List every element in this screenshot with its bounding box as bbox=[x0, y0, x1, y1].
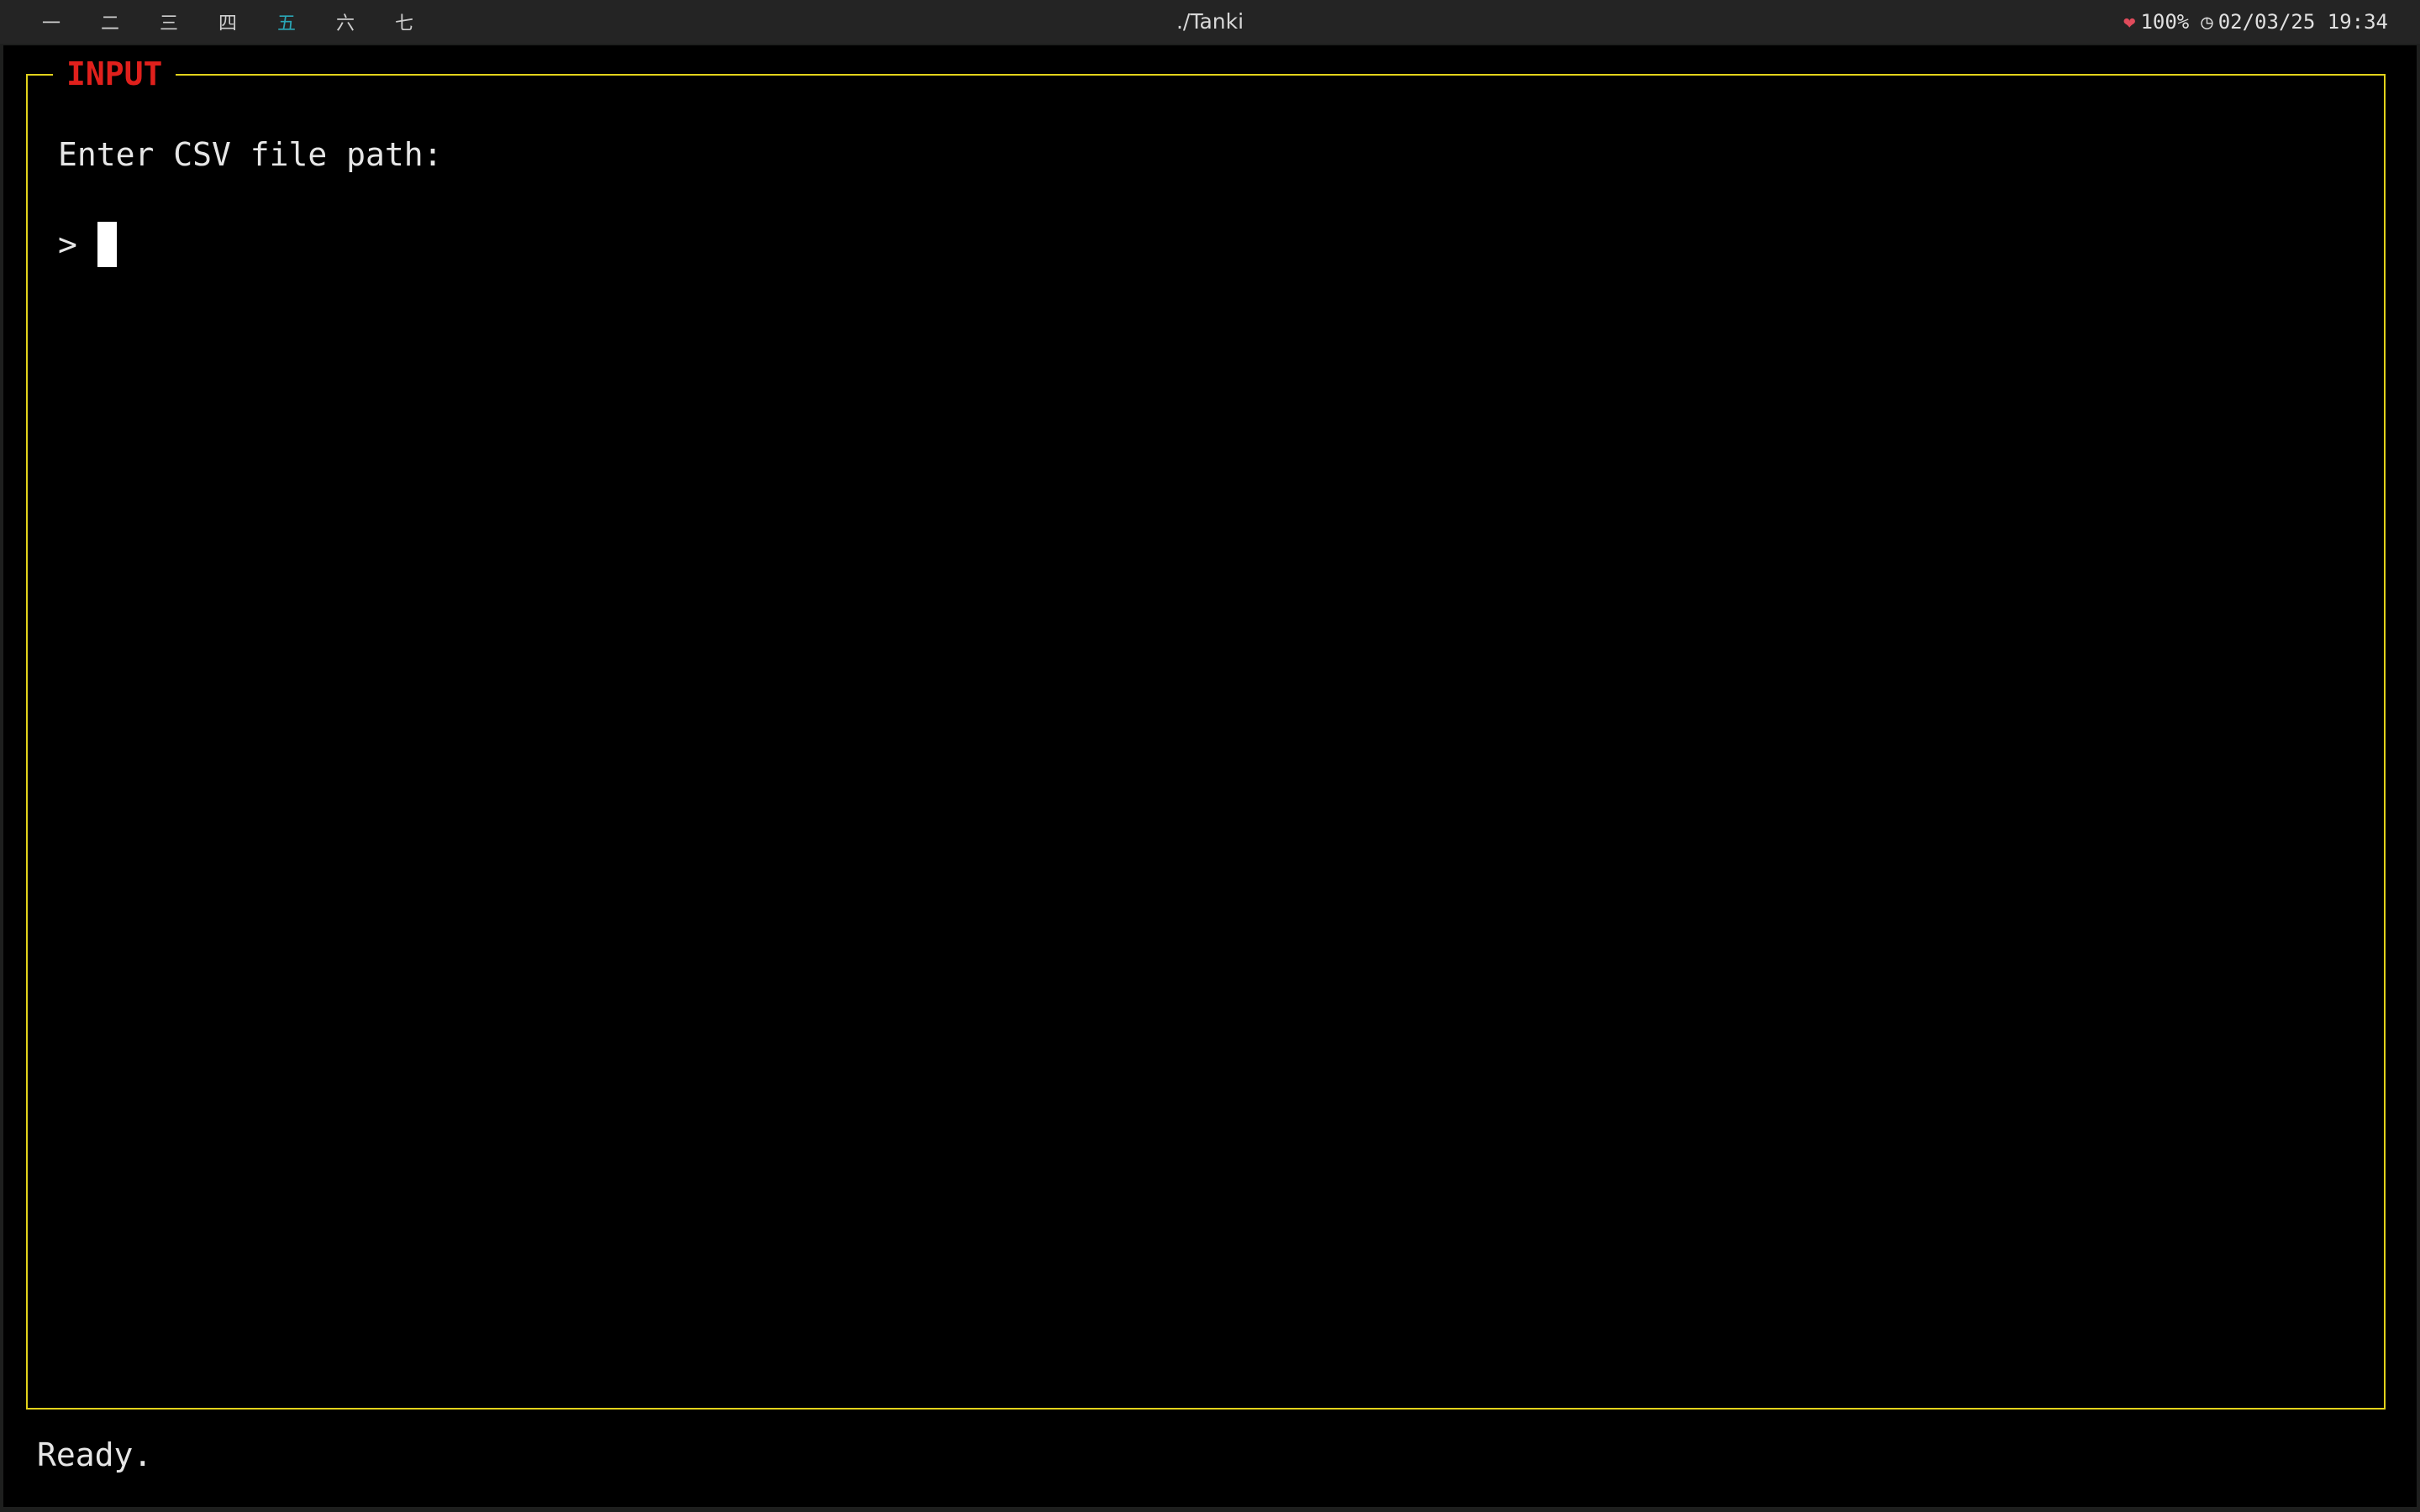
heart-icon: ❤ bbox=[2123, 10, 2136, 34]
status-message: Ready. bbox=[37, 1436, 153, 1473]
prompt-line: > bbox=[58, 222, 2217, 267]
panel-title: INPUT bbox=[53, 57, 176, 91]
csv-path-input[interactable] bbox=[116, 226, 2217, 263]
text-cursor bbox=[97, 222, 117, 267]
clock-icon: ◷ bbox=[2201, 10, 2213, 34]
window-title: ./Tanki bbox=[1176, 9, 1244, 34]
system-status: ❤ 100% ◷ 02/03/25 19:34 bbox=[2123, 0, 2388, 44]
top-bar: 一 二 三 四 五 六 七 ./Tanki ❤ 100% ◷ 02/03/25 … bbox=[0, 0, 2420, 44]
datetime: 02/03/25 19:34 bbox=[2217, 10, 2388, 34]
input-panel: INPUT Enter CSV file path: > bbox=[26, 57, 2386, 1410]
terminal-window[interactable]: INPUT Enter CSV file path: > Ready. bbox=[3, 45, 2417, 1507]
prompt-label: Enter CSV file path: bbox=[58, 136, 443, 173]
battery-level: 100% bbox=[2140, 10, 2190, 34]
prompt-symbol: > bbox=[58, 226, 77, 263]
